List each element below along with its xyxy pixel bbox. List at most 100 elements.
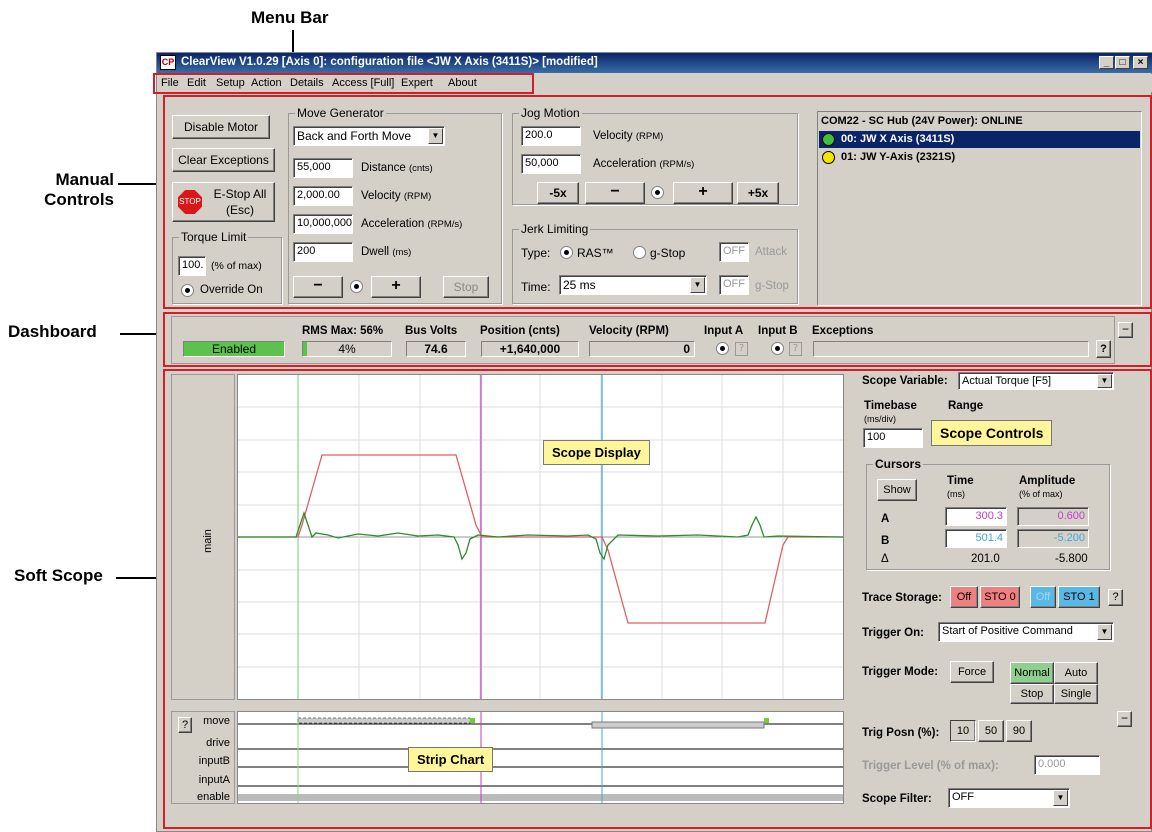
stop-sign-icon: STOP — [178, 190, 202, 214]
bus-volts-value: 74.6 — [406, 341, 466, 357]
trig-posn-10-button[interactable]: 10 — [950, 720, 976, 742]
torque-unit: (% of max) — [211, 260, 262, 272]
menu-highlight — [153, 73, 534, 94]
attack-input[interactable]: OFF — [719, 242, 749, 262]
close-button[interactable]: × — [1133, 56, 1148, 69]
move-generator-group: Move Generator Back and Forth Move ▼ 55,… — [288, 106, 502, 304]
jerk-time-select[interactable]: 25 ms ▼ — [559, 275, 707, 295]
auto-mode-button[interactable]: Auto — [1054, 662, 1098, 684]
velocity-label: Velocity (RPM) — [361, 190, 432, 202]
scope-axis-area: main — [171, 374, 235, 700]
trace-off-1-button[interactable]: Off — [1030, 586, 1056, 608]
maximize-button[interactable]: □ — [1115, 56, 1130, 69]
scope-variable-select[interactable]: Actual Torque [F5] ▼ — [958, 372, 1114, 390]
torque-limit-input[interactable]: 100. — [178, 256, 206, 276]
ras-label: RAS™ — [577, 246, 614, 260]
dwell-input[interactable]: 200 — [293, 242, 353, 262]
chevron-down-icon: ▼ — [1053, 790, 1068, 806]
jog-minus-button[interactable]: − — [585, 182, 645, 204]
rms-label: RMS Max: 56% — [302, 325, 384, 337]
override-radio[interactable] — [181, 284, 194, 297]
move-center-radio[interactable] — [350, 280, 363, 293]
cursors-title: Cursors — [873, 457, 924, 471]
trace-off-0-button[interactable]: Off — [950, 586, 978, 608]
scope-filter-select[interactable]: OFF ▼ — [948, 788, 1070, 808]
sto1-button[interactable]: STO 1 — [1058, 586, 1100, 608]
acceleration-input[interactable]: 10,000,000 — [293, 214, 353, 234]
range-label: Range — [948, 400, 984, 412]
scope-display[interactable] — [237, 374, 844, 700]
gstop-label: g-Stop — [650, 246, 686, 260]
jog-velocity-input[interactable]: 200.0 — [521, 126, 581, 146]
trigger-level-input[interactable]: 0.000 — [1034, 755, 1100, 775]
move-stop-button[interactable]: Stop — [443, 276, 489, 298]
input-a-label: Input A — [704, 325, 744, 337]
minimize-button[interactable]: _ — [1099, 56, 1114, 69]
move-type-value: Back and Forth Move — [297, 129, 412, 143]
axis-0-label: 00: JW X Axis (3411S) — [841, 133, 955, 145]
normal-mode-button[interactable]: Normal — [1010, 662, 1054, 684]
callout-soft-scope: Soft Scope — [14, 566, 103, 585]
force-button[interactable]: Force — [950, 661, 994, 683]
callout-menu-bar: Menu Bar — [251, 8, 329, 27]
scope-filter-value: OFF — [952, 791, 974, 803]
scope-controls-tag: Scope Controls — [931, 420, 1053, 446]
jog-plus-button[interactable]: + — [673, 182, 733, 204]
axis-row-0[interactable]: 00: JW X Axis (3411S) — [819, 131, 1140, 148]
strip-label-drive: drive — [206, 737, 230, 749]
override-label: Override On — [200, 284, 263, 296]
trace-help-button[interactable]: ? — [1108, 589, 1123, 606]
disable-motor-button[interactable]: Disable Motor — [172, 115, 270, 139]
strip-svg — [238, 712, 843, 803]
jog-acceleration-input[interactable]: 50,000 — [521, 154, 581, 174]
cursor-b-time-input[interactable]: 501.4 — [945, 529, 1007, 548]
acceleration-label: Acceleration (RPM/s) — [361, 218, 463, 230]
gstop-input[interactable]: OFF — [719, 275, 749, 295]
input-a-indicator — [716, 342, 729, 355]
jog-plus5x-button[interactable]: +5x — [737, 182, 779, 204]
axis-row-1[interactable]: 01: JW Y-Axis (2321S) — [819, 149, 1140, 166]
single-mode-button[interactable]: Single — [1054, 684, 1098, 704]
exceptions-field — [813, 341, 1089, 357]
torque-limit-group: Torque Limit 100. (% of max) Override On — [172, 230, 282, 304]
move-plus-button[interactable]: + — [371, 276, 421, 298]
estop-all-button[interactable]: STOP E-Stop All (Esc) — [172, 182, 275, 222]
scope-collapse-button[interactable]: − — [1117, 711, 1132, 727]
input-b-help-icon[interactable]: ? — [789, 342, 802, 356]
trigger-mode-label: Trigger Mode: — [862, 666, 939, 678]
input-a-help-icon[interactable]: ? — [735, 342, 748, 356]
input-b-indicator — [771, 342, 784, 355]
gstop-radio[interactable] — [633, 246, 646, 259]
jog-minus5x-button[interactable]: -5x — [537, 182, 579, 204]
scope-variable-value: Actual Torque [F5] — [962, 375, 1052, 387]
chevron-down-icon: ▼ — [1097, 624, 1112, 640]
sto0-button[interactable]: STO 0 — [980, 586, 1020, 608]
timebase-unit: (ms/div) — [864, 414, 896, 424]
timebase-input[interactable]: 100 — [863, 428, 923, 448]
trigger-on-select[interactable]: Start of Positive Command ▼ — [938, 622, 1114, 642]
trig-posn-90-button[interactable]: 90 — [1006, 720, 1032, 742]
move-type-select[interactable]: Back and Forth Move ▼ — [293, 126, 445, 146]
dashboard-collapse-button[interactable]: − — [1118, 322, 1133, 338]
move-minus-button[interactable]: − — [293, 276, 343, 298]
jog-center-radio[interactable] — [651, 186, 664, 199]
stop-mode-button[interactable]: Stop — [1010, 684, 1054, 704]
distance-label: Distance (cnts) — [361, 162, 433, 174]
clear-exceptions-button[interactable]: Clear Exceptions — [172, 148, 275, 172]
chevron-down-icon: ▼ — [428, 128, 443, 144]
trig-posn-50-button[interactable]: 50 — [978, 720, 1004, 742]
strip-chart — [237, 711, 844, 804]
jog-motion-title: Jog Motion — [519, 106, 582, 120]
exceptions-help-button[interactable]: ? — [1096, 340, 1111, 358]
window-title: ClearView V1.0.29 [Axis 0]: configuratio… — [181, 56, 598, 68]
attack-label: Attack — [755, 246, 787, 258]
ras-radio[interactable] — [560, 246, 573, 259]
cursor-a-time-input[interactable]: 300.3 — [945, 507, 1007, 526]
distance-input[interactable]: 55,000 — [293, 158, 353, 178]
input-b-label: Input B — [758, 325, 798, 337]
scope-variable-label: Scope Variable: — [862, 375, 948, 387]
velocity-label: Velocity (RPM) — [589, 325, 669, 337]
jog-motion-group: Jog Motion 200.0 Velocity (RPM) 50,000 A… — [512, 106, 798, 205]
show-cursors-button[interactable]: Show — [877, 479, 917, 501]
velocity-input[interactable]: 2,000.00 — [293, 186, 353, 206]
